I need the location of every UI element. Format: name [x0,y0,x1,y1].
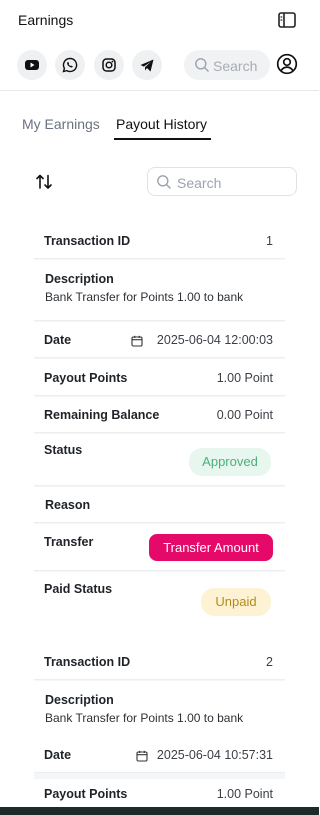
date-label: Date [44,333,72,347]
whatsapp-button[interactable] [55,50,85,80]
description-label: Description [45,272,114,286]
date-value: 2025-06-04 10:57:31 [156,748,273,762]
remaining-balance-label: Remaining Balance [44,408,160,422]
remaining-balance-value: 0.00 Point [216,408,273,422]
tab-payout-history[interactable]: Payout History [116,116,207,132]
date-row: Date 2025-06-04 12:00:03 [34,322,285,358]
page-title: Earnings [18,12,74,28]
youtube-icon [25,60,39,70]
status-label: Status [44,443,83,457]
remaining-balance-row: Remaining Balance 0.00 Point [34,397,285,433]
transaction-card: Transaction ID 1 Description Bank Transf… [34,222,285,627]
description-row: Description Bank Transfer for Points 1.0… [34,260,285,321]
social-row: Search [0,48,319,82]
transaction-id-value: 2 [266,655,273,669]
transaction-card: Transaction ID 2 Description Bank Transf… [34,643,285,813]
active-tab-underline [114,138,211,140]
transfer-row: Transfer Transfer Amount [34,524,285,571]
transaction-id-label: Transaction ID [44,234,131,248]
search-icon [194,57,210,78]
reason-label: Reason [45,498,91,512]
paid-status-badge: Unpaid [201,588,271,616]
tabs: My Earnings Payout History [0,110,319,142]
instagram-icon [102,58,116,72]
top-bar: Earnings [0,0,319,40]
user-profile-icon[interactable] [276,53,298,75]
bottom-bar [0,807,319,815]
youtube-button[interactable] [17,50,47,80]
paid-status-row: Paid Status Unpaid [34,572,285,627]
date-label: Date [44,748,72,762]
instagram-button[interactable] [94,50,124,80]
payout-points-value: 1.00 Point [216,371,273,385]
transfer-label: Transfer [44,535,94,549]
payout-search-input[interactable]: Search [147,167,297,196]
payout-points-value: 1.00 Point [216,787,273,801]
status-row: Status Approved [34,434,285,486]
top-search-placeholder: Search [213,58,258,74]
top-search-input[interactable]: Search [184,50,270,80]
description-row: Description Bank Transfer for Points 1.0… [34,681,285,741]
date-row: Date 2025-06-04 10:57:31 [34,738,285,773]
transfer-amount-button[interactable]: Transfer Amount [149,534,273,561]
tab-my-earnings[interactable]: My Earnings [22,116,100,132]
payout-points-label: Payout Points [44,371,128,385]
transaction-id-row: Transaction ID 1 [34,222,285,259]
transaction-id-label: Transaction ID [44,655,131,669]
transaction-id-value: 1 [266,234,273,248]
transaction-id-row: Transaction ID 2 [34,643,285,680]
payout-points-row: Payout Points 1.00 Point [34,359,285,396]
search-icon [156,174,172,195]
telegram-button[interactable] [132,50,162,80]
description-value: Bank Transfer for Points 1.00 to bank [45,290,244,304]
description-label: Description [45,693,114,707]
calendar-icon [131,334,143,347]
date-value: 2025-06-04 12:00:03 [156,333,273,347]
calendar-icon [136,749,148,762]
sidebar-toggle-icon[interactable] [278,12,296,28]
whatsapp-icon [62,57,78,73]
status-badge: Approved [189,448,271,476]
payout-points-label: Payout Points [44,787,128,801]
sort-icon[interactable] [34,172,54,192]
header-divider [0,90,319,91]
reason-row: Reason [34,487,285,523]
paid-status-label: Paid Status [44,582,113,596]
payout-search-placeholder: Search [177,175,222,191]
telegram-icon [140,59,154,71]
description-value: Bank Transfer for Points 1.00 to bank [45,711,244,725]
